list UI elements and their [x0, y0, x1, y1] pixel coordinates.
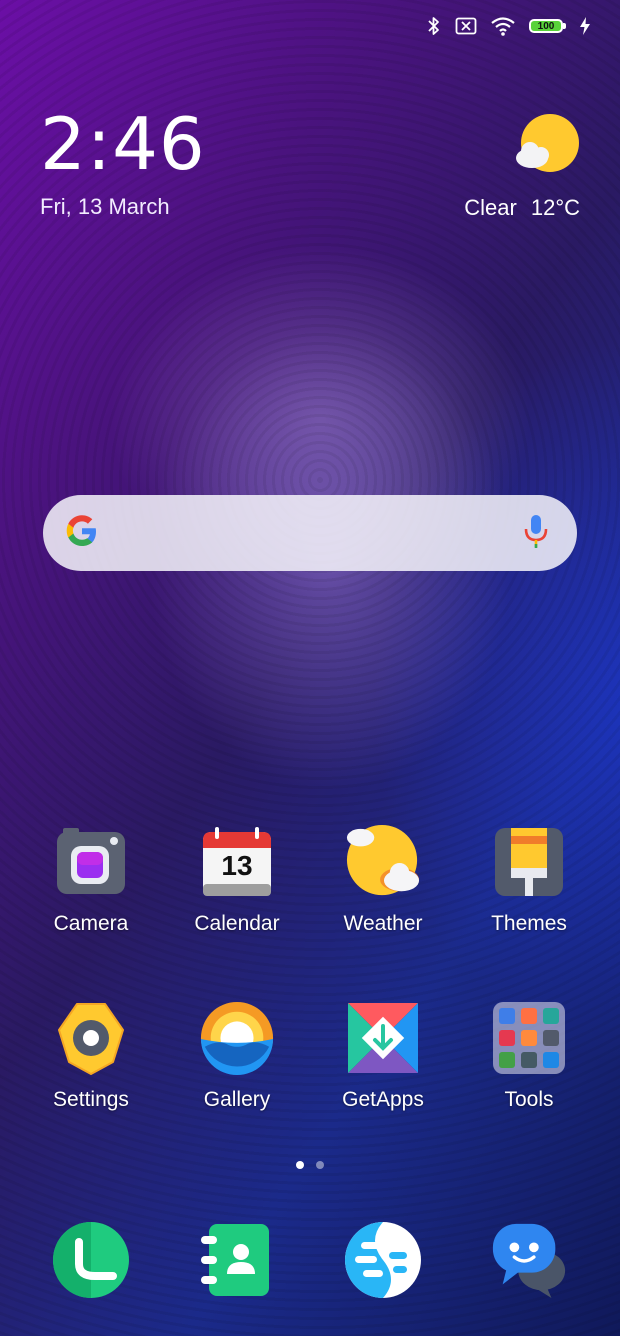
- app-row: Camera 13 Calendar Weather Themes: [18, 824, 602, 936]
- app-label-getapps: GetApps: [342, 1088, 424, 1111]
- camera-icon[interactable]: [53, 824, 129, 900]
- wifi-icon: [491, 16, 515, 36]
- calendar-day: 13: [221, 850, 253, 881]
- page-dot-active[interactable]: [296, 1161, 304, 1169]
- google-g-icon[interactable]: [63, 512, 101, 555]
- app-label-weather: Weather: [343, 912, 423, 935]
- app-label-themes: Themes: [491, 912, 567, 935]
- app-gallery[interactable]: Gallery: [164, 1000, 310, 1112]
- app-label-settings: Settings: [53, 1088, 129, 1111]
- app-row: Settings Gallery GetApps Tools: [18, 1000, 602, 1112]
- dock-phone[interactable]: [18, 1220, 164, 1300]
- battery-level: 100: [529, 19, 563, 33]
- dock-contacts[interactable]: [164, 1220, 310, 1300]
- browser-icon[interactable]: [343, 1220, 423, 1300]
- weather-widget[interactable]: Clear 12°C: [464, 112, 580, 221]
- weather-icon[interactable]: [345, 824, 421, 900]
- battery-icon: 100: [529, 19, 566, 33]
- calendar-icon[interactable]: 13: [199, 824, 275, 900]
- app-settings[interactable]: Settings: [18, 1000, 164, 1112]
- getapps-icon[interactable]: [345, 1000, 421, 1076]
- status-bar: 100: [427, 16, 590, 36]
- themes-brush-icon[interactable]: [491, 824, 567, 900]
- app-themes[interactable]: Themes: [456, 824, 602, 936]
- app-label-gallery: Gallery: [203, 1088, 271, 1111]
- app-label-calendar: Calendar: [194, 912, 280, 935]
- page-indicator: [0, 1161, 620, 1169]
- contacts-icon[interactable]: [197, 1220, 277, 1300]
- clock-time[interactable]: 2:46: [40, 108, 206, 180]
- dock-messages[interactable]: [456, 1220, 602, 1300]
- weather-temperature: 12°C: [530, 195, 580, 220]
- dock-browser[interactable]: [310, 1220, 456, 1300]
- gallery-icon[interactable]: [199, 1000, 275, 1076]
- clock-date[interactable]: Fri, 13 March: [40, 194, 206, 220]
- weather-condition: Clear: [464, 195, 517, 220]
- dock: [18, 1220, 602, 1300]
- app-camera[interactable]: Camera: [18, 824, 164, 936]
- app-label-camera: Camera: [53, 912, 129, 935]
- bluetooth-icon: [427, 16, 441, 36]
- no-sim-icon: [455, 17, 477, 35]
- app-getapps[interactable]: GetApps: [310, 1000, 456, 1112]
- clock-widget[interactable]: 2:46 Fri, 13 March: [40, 108, 206, 220]
- messages-icon[interactable]: [489, 1220, 569, 1300]
- app-label-tools: Tools: [504, 1088, 554, 1111]
- microphone-icon[interactable]: [523, 513, 549, 554]
- app-calendar[interactable]: 13 Calendar: [164, 824, 310, 936]
- page-dot[interactable]: [316, 1161, 324, 1169]
- app-tools-folder[interactable]: Tools: [456, 1000, 602, 1112]
- charging-icon: [580, 17, 590, 35]
- google-search-bar[interactable]: [43, 495, 577, 571]
- app-weather[interactable]: Weather: [310, 824, 456, 936]
- phone-icon[interactable]: [51, 1220, 131, 1300]
- tools-folder-icon[interactable]: [491, 1000, 567, 1076]
- settings-gear-icon[interactable]: [53, 1000, 129, 1076]
- sun-cloud-icon[interactable]: [514, 112, 580, 183]
